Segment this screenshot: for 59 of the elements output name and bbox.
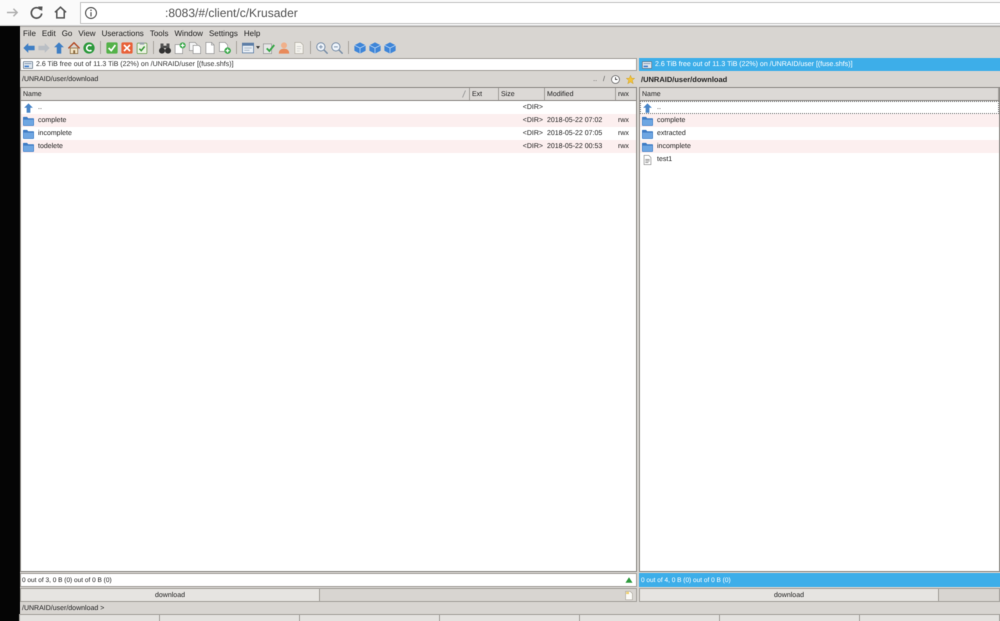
home-icon[interactable] xyxy=(68,42,80,54)
up-arrow-icon xyxy=(642,102,653,112)
function-key-button[interactable] xyxy=(439,614,580,621)
menu-item[interactable]: Settings xyxy=(208,28,238,38)
up-arrow-icon[interactable] xyxy=(53,42,65,54)
forward-arrow-icon[interactable] xyxy=(6,6,19,19)
cross-icon[interactable] xyxy=(121,42,133,54)
zoom-in-icon[interactable] xyxy=(316,42,328,54)
folder-icon xyxy=(642,116,653,126)
folder-icon xyxy=(642,142,653,152)
function-key-button[interactable] xyxy=(579,614,720,621)
function-key-button[interactable] xyxy=(299,614,440,621)
page-icon[interactable] xyxy=(293,42,305,54)
function-key-button[interactable] xyxy=(159,614,300,621)
info-icon[interactable] xyxy=(85,6,97,18)
cube-icon[interactable] xyxy=(384,42,396,54)
function-key-button[interactable] xyxy=(719,614,860,621)
menu-item[interactable]: Useractions xyxy=(102,28,144,38)
sort-indicator-icon xyxy=(462,90,466,98)
person-icon[interactable] xyxy=(278,42,290,54)
window-icon[interactable] xyxy=(242,42,254,54)
documents-check-icon[interactable] xyxy=(263,42,275,54)
binoculars-icon[interactable] xyxy=(159,42,171,54)
menu-item[interactable]: File xyxy=(23,28,36,38)
refresh-icon[interactable] xyxy=(83,42,95,54)
page-icon[interactable] xyxy=(625,590,633,600)
home-icon[interactable] xyxy=(54,6,67,19)
clipboard-check-icon[interactable] xyxy=(136,42,148,54)
function-key-button[interactable] xyxy=(19,614,160,621)
folder-icon xyxy=(23,142,34,152)
star-icon[interactable] xyxy=(626,74,635,84)
document-icon[interactable] xyxy=(204,42,216,54)
cube-icon[interactable] xyxy=(369,42,381,54)
text-file-icon xyxy=(642,154,653,164)
zoom-out-icon[interactable] xyxy=(331,42,343,54)
menu-item[interactable]: Edit xyxy=(42,28,56,38)
caret-icon[interactable] xyxy=(256,46,260,49)
history-icon[interactable] xyxy=(611,74,620,84)
menu-item[interactable]: Window xyxy=(174,28,203,38)
folder-icon xyxy=(642,128,653,138)
drive-icon xyxy=(23,60,33,68)
drive-icon xyxy=(642,60,652,68)
folder-icon xyxy=(23,116,34,126)
function-key-button[interactable] xyxy=(859,614,1000,621)
tab-strip xyxy=(939,588,1000,602)
back-arrow-icon[interactable] xyxy=(23,42,35,54)
menu-item[interactable]: View xyxy=(78,28,96,38)
menu-item[interactable]: Go xyxy=(62,28,72,38)
checkmark-icon[interactable] xyxy=(106,42,118,54)
menu-item[interactable]: Help xyxy=(244,28,260,38)
reload-icon[interactable] xyxy=(30,6,43,19)
menu-item[interactable]: Tools xyxy=(150,28,168,38)
address-bar[interactable]: :8083/#/client/c/Krusader xyxy=(80,2,1000,24)
cube-icon[interactable] xyxy=(354,42,366,54)
up-arrow-icon xyxy=(23,102,34,112)
add-document-icon[interactable] xyxy=(219,42,231,54)
documents-icon[interactable] xyxy=(189,42,201,54)
folder-icon xyxy=(23,128,34,138)
triangle-icon[interactable] xyxy=(625,577,633,583)
